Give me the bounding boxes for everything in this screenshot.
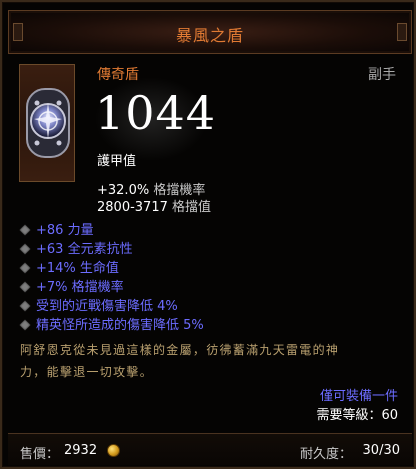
affix-text: +7% 格擋機率 — [36, 280, 124, 295]
block-amount-stat: 2800-3717 格擋值 — [97, 196, 211, 215]
affix-item: 受到的近戰傷害降低 4% — [18, 297, 398, 316]
diamond-bullet-icon — [19, 300, 31, 312]
item-tooltip: 暴風之盾 傳奇盾 副手 1044 護甲值 +32.0% 格擋機率 2800-37… — [0, 0, 416, 469]
armor-value: 1044 — [95, 86, 217, 140]
affix-item: 精英怪所造成的傷害降低 5% — [18, 316, 398, 335]
armor-label: 護甲值 — [97, 154, 137, 169]
shield-icon — [26, 88, 70, 158]
price-label: 售價： — [20, 447, 60, 462]
item-slot: 副手 — [368, 67, 396, 83]
item-footer: 售價： 2932 耐久度： 30/30 — [8, 433, 412, 465]
diamond-bullet-icon — [19, 281, 31, 293]
item-icon-frame — [19, 64, 75, 182]
affix-list: +86 力量 +63 全元素抗性 +14% 生命值 +7% 格擋機率 受到的近戰… — [18, 221, 398, 335]
affix-text: 精英怪所造成的傷害降低 5% — [36, 318, 204, 333]
item-name: 暴風之盾 — [175, 26, 244, 45]
level-requirement-value: 60 — [381, 408, 398, 423]
unique-equipped-requirement: 僅可裝備一件 — [319, 389, 398, 404]
block-amount-label: 格擋值 — [172, 200, 212, 215]
diamond-bullet-icon — [19, 243, 31, 255]
price-value: 2932 — [64, 443, 98, 458]
affix-item: +86 力量 — [18, 221, 398, 240]
level-requirement-label: 需要等級： — [316, 408, 382, 423]
title-bar-right-ornament — [397, 23, 407, 41]
affix-text: +14% 生命值 — [36, 261, 119, 276]
affix-text: +86 力量 — [36, 223, 94, 238]
level-requirement: 需要等級：60 — [316, 404, 398, 423]
flavor-line: 阿舒恩克從未見過這樣的金屬，彷彿蓄滿九天雷電的神 — [20, 343, 340, 357]
affix-item: +7% 格擋機率 — [18, 278, 398, 297]
item-title-bar: 暴風之盾 — [8, 10, 412, 54]
durability-label: 耐久度： — [300, 447, 353, 462]
flavor-text: 阿舒恩克從未見過這樣的金屬，彷彿蓄滿九天雷電的神 力，能擊退一切攻擊。 — [20, 339, 400, 383]
block-amount-value: 2800-3717 — [97, 200, 168, 215]
diamond-bullet-icon — [19, 262, 31, 274]
diamond-bullet-icon — [19, 224, 31, 236]
affix-item: +63 全元素抗性 — [18, 240, 398, 259]
flavor-line: 力，能擊退一切攻擊。 — [20, 365, 154, 379]
affix-text: +63 全元素抗性 — [36, 242, 133, 257]
diamond-bullet-icon — [19, 319, 31, 331]
affix-text: 受到的近戰傷害降低 4% — [36, 299, 178, 314]
affix-item: +14% 生命值 — [18, 259, 398, 278]
item-quality: 傳奇盾 — [97, 67, 139, 83]
durability-value: 30/30 — [362, 443, 400, 458]
gold-coin-icon — [107, 444, 120, 457]
